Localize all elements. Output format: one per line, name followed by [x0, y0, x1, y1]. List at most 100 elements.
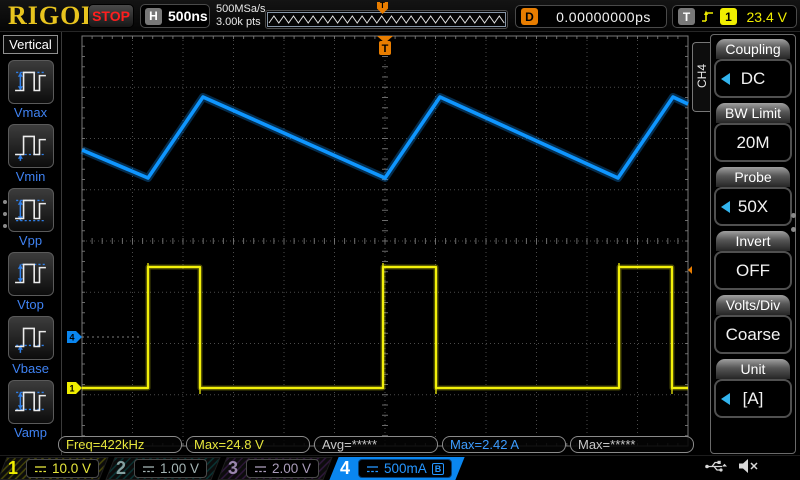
softkey-title: Invert [716, 231, 790, 251]
vbase-icon [8, 316, 54, 360]
softkey-value: OFF [714, 251, 792, 290]
memory-depth: 3.00k pts [216, 16, 266, 29]
measure-item-vmin[interactable]: Vmin [0, 124, 61, 184]
delay-value: 0.00000000ps [556, 9, 651, 25]
softkey-coupling[interactable]: Coupling DC [714, 39, 792, 98]
measurement-readout-2: Max=24.8 V [186, 436, 310, 453]
measure-item-label: Vbase [12, 361, 49, 376]
ch4-ground-marker[interactable]: 4 [67, 331, 82, 343]
vbase-icon [12, 321, 50, 355]
softkey-title: Volts/Div [716, 295, 790, 315]
vmin-icon [12, 129, 50, 163]
dc-coupling-icon [142, 464, 155, 474]
timebase-value: 500ns [168, 8, 208, 24]
softkey-value: Coarse [714, 315, 792, 354]
svg-text:1: 1 [69, 384, 74, 394]
channel-scale-box: 1.00 V [134, 459, 207, 478]
measure-scroll-dots [3, 200, 7, 228]
oscilloscope-screen: T T 4 1 RIGOL STOP H 500ns 500MSa/s 3.00k p… [0, 0, 800, 480]
delay-icon: D [521, 8, 538, 25]
softkey-arrow-icon [721, 393, 730, 405]
softkey-bw-limit[interactable]: BW Limit 20M [714, 103, 792, 162]
softkey-value: DC [714, 59, 792, 98]
vamp-icon [8, 380, 54, 424]
trigger-position-marker[interactable]: T [377, 36, 393, 55]
trigger-icon: T [678, 8, 695, 25]
channel-1-status[interactable]: 1 10.0 V [0, 456, 106, 480]
vmin-icon [8, 124, 54, 168]
waveform-ch4-glow [82, 97, 688, 178]
trigger-source-badge: 1 [720, 8, 737, 25]
softkey-title: Probe [716, 167, 790, 187]
softkey-invert[interactable]: Invert OFF [714, 231, 792, 290]
measure-item-label: Vpp [19, 233, 42, 248]
horizontal-scale-box[interactable]: H 500ns [140, 4, 210, 28]
channel-menu-tab: CH4 [692, 42, 711, 112]
softkey-title: Coupling [716, 39, 790, 59]
channel-3-status[interactable]: 3 2.00 V [220, 456, 330, 480]
softkey-title: BW Limit [716, 103, 790, 123]
vmax-icon [12, 65, 50, 99]
dc-coupling-icon [254, 464, 267, 474]
vtop-icon [12, 257, 50, 291]
softkey-value: 20M [714, 123, 792, 162]
measurement-readout-4: Max=2.42 A [442, 436, 566, 453]
measure-item-vmax[interactable]: Vmax [0, 60, 61, 120]
channel-scale-box: 500mAB [358, 459, 452, 478]
speaker-muted-icon [738, 458, 760, 474]
vpp-icon [12, 193, 50, 227]
channel-scale-box: 10.0 V [26, 459, 99, 478]
measurement-readout-5: Max=***** [570, 436, 694, 453]
measure-menu: Vertical Vmax Vmin Vpp Vtop Vbase Vamp [0, 32, 62, 455]
channel-menu: CH4 Coupling DC BW Limit 20M Probe 50X I… [692, 32, 800, 456]
measure-item-label: Vmin [16, 169, 46, 184]
trigger-status-box[interactable]: T 1 23.4 V [672, 5, 797, 28]
vpp-icon [8, 188, 54, 232]
softkey-value: [A] [714, 379, 792, 418]
status-bar: RIGOL STOP H 500ns 500MSa/s 3.00k pts T … [0, 0, 800, 32]
delay-box[interactable]: D 0.00000000ps [515, 5, 667, 28]
channel-number: 1 [8, 456, 18, 480]
sample-rate: 500MSa/s [216, 3, 266, 16]
measure-item-vamp[interactable]: Vamp [0, 380, 61, 440]
waveform-display: T T 4 1 [0, 0, 800, 480]
svg-text:T: T [382, 43, 389, 55]
menu-page-dots [791, 213, 796, 232]
channel-number: 4 [340, 456, 350, 480]
softkey-probe[interactable]: Probe 50X [714, 167, 792, 226]
vtop-icon [8, 252, 54, 296]
run-state-badge[interactable]: STOP [88, 4, 134, 28]
measure-menu-title: Vertical [3, 35, 58, 54]
ch1-ground-marker[interactable]: 1 [67, 382, 82, 394]
channel-menu-panel: Coupling DC BW Limit 20M Probe 50X Inver… [710, 34, 796, 454]
vamp-icon [12, 385, 50, 419]
channel-bar: 1 10.0 V 2 1.00 V 3 2.00 V 4 [0, 455, 800, 480]
softkey-unit[interactable]: Unit [A] [714, 359, 792, 418]
waveform-ch1-glow [82, 267, 688, 388]
trigger-level-value: 23.4 V [747, 9, 787, 25]
measurement-readout-3: Avg=***** [314, 436, 438, 453]
channel-number: 2 [116, 456, 126, 480]
channel-4-status[interactable]: 4 500mAB [332, 456, 462, 480]
measure-item-vtop[interactable]: Vtop [0, 252, 61, 312]
trigger-edge-icon [701, 9, 714, 24]
softkey-arrow-icon [721, 73, 730, 85]
softkey-arrow-icon [721, 201, 730, 213]
measure-item-label: Vtop [17, 297, 44, 312]
waveform-preview [265, 10, 508, 29]
softkey-value: 50X [714, 187, 792, 226]
vmax-icon [8, 60, 54, 104]
softkey-volts-div[interactable]: Volts/Div Coarse [714, 295, 792, 354]
dc-coupling-icon [366, 464, 379, 474]
measure-item-vpp[interactable]: Vpp [0, 188, 61, 248]
softkey-title: Unit [716, 359, 790, 379]
channel-scale-box: 2.00 V [246, 459, 319, 478]
measurement-bar: Freq=422kHzMax=24.8 VAvg=*****Max=2.42 A… [0, 436, 800, 454]
dc-coupling-icon [34, 464, 47, 474]
svg-text:4: 4 [69, 333, 74, 343]
measure-item-vbase[interactable]: Vbase [0, 316, 61, 376]
acquisition-info: 500MSa/s 3.00k pts [216, 3, 266, 29]
channel-2-status[interactable]: 2 1.00 V [108, 456, 218, 480]
system-icons [704, 458, 760, 474]
bw-limit-icon: B [432, 463, 445, 475]
